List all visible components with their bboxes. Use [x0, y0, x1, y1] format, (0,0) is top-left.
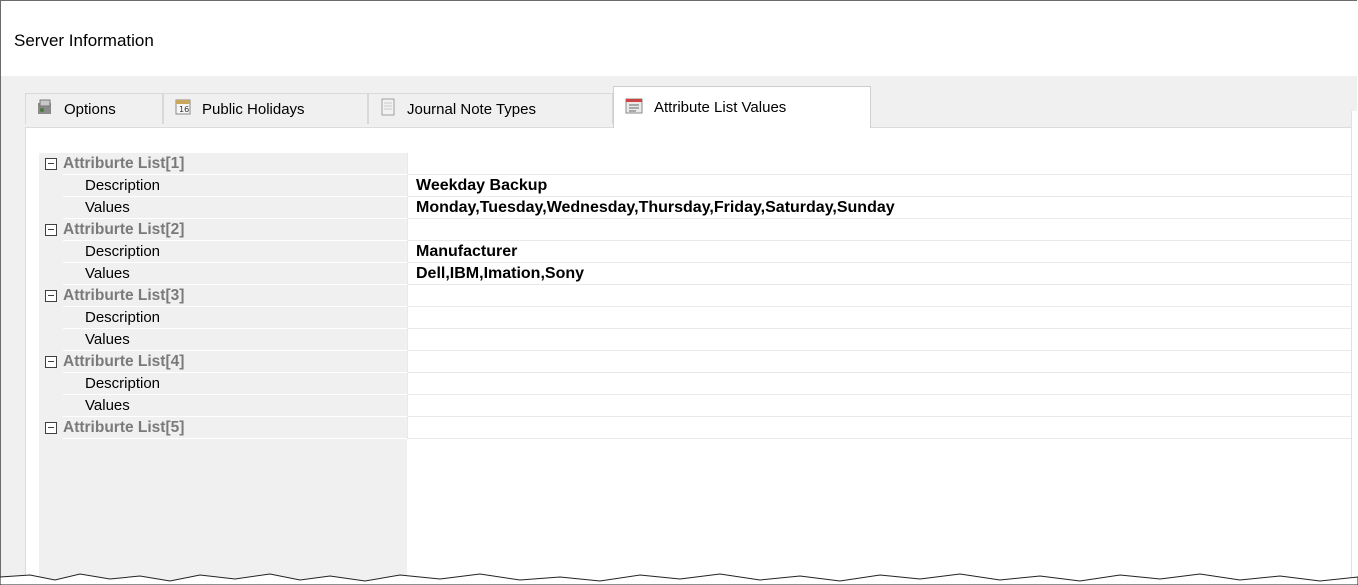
- property-row[interactable]: Description: [39, 307, 1357, 329]
- category-title: Attriburte List[2]: [63, 219, 407, 241]
- category-title: Attriburte List[1]: [63, 153, 407, 175]
- property-row[interactable]: Values Monday,Tuesday,Wednesday,Thursday…: [39, 197, 1357, 219]
- options-icon: [36, 98, 54, 120]
- property-label: Values: [63, 263, 407, 285]
- property-row[interactable]: Description Weekday Backup: [39, 175, 1357, 197]
- tab-options[interactable]: Options: [25, 93, 163, 124]
- property-label: Values: [63, 329, 407, 351]
- tab-label: Journal Note Types: [407, 100, 536, 118]
- tab-strip: Options 16 Public Holidays Journal Note …: [1, 76, 1357, 128]
- tab-label: Attribute List Values: [654, 99, 787, 116]
- tab-journal-note-types[interactable]: Journal Note Types: [368, 93, 613, 124]
- category-row[interactable]: Attriburte List[5]: [39, 417, 1357, 439]
- property-value[interactable]: [407, 329, 1357, 351]
- property-row[interactable]: Values Dell,IBM,Imation,Sony: [39, 263, 1357, 285]
- category-value: [407, 285, 1357, 307]
- window-title: Server Information: [14, 31, 154, 50]
- property-label: Description: [63, 241, 407, 263]
- tab-attribute-list-values[interactable]: Attribute List Values: [613, 86, 871, 128]
- property-label: Description: [63, 373, 407, 395]
- category-title: Attriburte List[3]: [63, 285, 407, 307]
- calendar-icon: 16: [174, 98, 192, 120]
- list-icon: [624, 97, 644, 119]
- title-area: Server Information: [1, 1, 1357, 77]
- category-value: [407, 351, 1357, 373]
- property-row[interactable]: Values: [39, 329, 1357, 351]
- property-value[interactable]: Manufacturer: [407, 241, 1357, 263]
- category-row[interactable]: Attriburte List[3]: [39, 285, 1357, 307]
- tab-label: Public Holidays: [202, 100, 305, 118]
- collapse-icon[interactable]: [39, 285, 63, 307]
- property-grid[interactable]: Attriburte List[1] Description Weekday B…: [39, 153, 1357, 439]
- property-value[interactable]: Weekday Backup: [407, 175, 1357, 197]
- journal-icon: [379, 98, 397, 120]
- property-row[interactable]: Description: [39, 373, 1357, 395]
- property-value[interactable]: [407, 307, 1357, 329]
- property-value[interactable]: Dell,IBM,Imation,Sony: [407, 263, 1357, 285]
- property-value[interactable]: Monday,Tuesday,Wednesday,Thursday,Friday…: [407, 197, 1357, 219]
- property-row[interactable]: Description Manufacturer: [39, 241, 1357, 263]
- torn-edge: [0, 573, 1358, 585]
- category-title: Attriburte List[5]: [63, 417, 407, 439]
- category-value: [407, 417, 1357, 439]
- collapse-icon[interactable]: [39, 219, 63, 241]
- category-row[interactable]: Attriburte List[4]: [39, 351, 1357, 373]
- collapse-icon[interactable]: [39, 351, 63, 373]
- property-label: Values: [63, 395, 407, 417]
- category-row[interactable]: Attriburte List[1]: [39, 153, 1357, 175]
- svg-text:16: 16: [179, 105, 189, 114]
- category-value: [407, 153, 1357, 175]
- collapse-icon[interactable]: [39, 417, 63, 439]
- property-label: Values: [63, 197, 407, 219]
- category-row[interactable]: Attriburte List[2]: [39, 219, 1357, 241]
- property-label: Description: [63, 307, 407, 329]
- property-label: Description: [63, 175, 407, 197]
- property-value[interactable]: [407, 395, 1357, 417]
- property-value[interactable]: [407, 373, 1357, 395]
- tab-public-holidays[interactable]: 16 Public Holidays: [163, 93, 368, 124]
- collapse-icon[interactable]: [39, 153, 63, 175]
- category-title: Attriburte List[4]: [63, 351, 407, 373]
- property-row[interactable]: Values: [39, 395, 1357, 417]
- tab-label: Options: [64, 100, 116, 118]
- category-value: [407, 219, 1357, 241]
- right-edge: [1351, 111, 1357, 581]
- server-information-window: Server Information Options 16 Public Hol…: [0, 0, 1357, 585]
